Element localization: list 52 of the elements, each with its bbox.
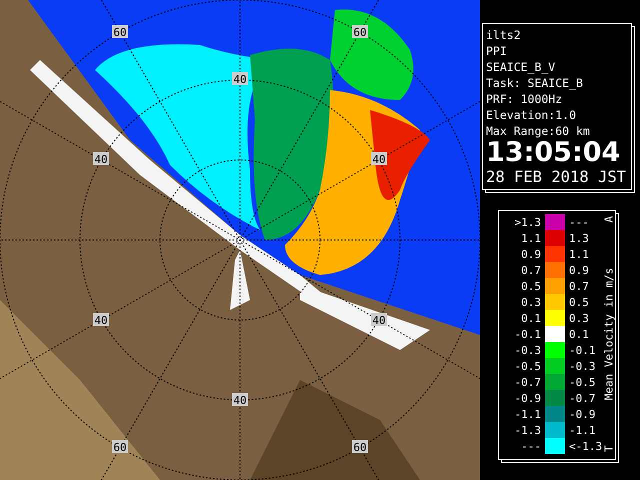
legend-value: -0.1 (514, 328, 541, 340)
range-ring-label: 60 (353, 441, 367, 454)
info-text: PRF: 1000Hz (486, 91, 564, 107)
axis-end-label: T (602, 444, 616, 452)
range-ring-label: 40 (94, 314, 108, 327)
legend-value: 1.1 (520, 232, 541, 244)
legend-value: -0.7 (514, 376, 541, 388)
legend-value: <-1.3 (569, 440, 603, 452)
legend-value: 0.7 (520, 264, 541, 276)
legend-value: -0.1 (569, 344, 596, 356)
legend-value: -0.7 (569, 392, 596, 404)
legend-value: 0.7 (569, 280, 590, 292)
range-ring-label: 40 (372, 314, 386, 327)
range-ring-label: 60 (113, 441, 127, 454)
legend-value: -0.9 (514, 392, 541, 404)
date-text: 28 FEB 2018 JST (486, 167, 627, 187)
legend-value: -0.5 (569, 376, 596, 388)
legend-value: -1.3 (514, 424, 541, 436)
range-ring-label: 40 (233, 73, 247, 86)
range-ring-label: 40 (233, 394, 247, 407)
legend-value: -1.1 (514, 408, 541, 420)
info-text: Task: SEAICE_B (486, 75, 584, 91)
legend-value: -0.9 (569, 408, 596, 420)
legend-value: --- (569, 216, 590, 228)
legend-value: -1.1 (569, 424, 596, 436)
axis-end-label: A (602, 216, 616, 222)
info-text: SEAICE_B_V (486, 59, 556, 75)
range-ring-label: 40 (372, 153, 386, 166)
range-ring-label: 60 (353, 26, 367, 39)
legend-value: 1.3 (569, 232, 590, 244)
info-text: ilts2 (486, 27, 522, 43)
range-ring-label: 40 (94, 153, 108, 166)
legend-value: 0.3 (520, 296, 541, 308)
legend-value: 0.9 (520, 248, 541, 260)
info-text: Max Range:60 km (486, 123, 591, 139)
legend-value: --- (520, 440, 541, 452)
info-text: Elevation:1.0 (486, 107, 578, 123)
legend-value: 0.1 (520, 312, 541, 324)
legend-value: 0.5 (569, 296, 590, 308)
legend-value: 0.9 (569, 264, 590, 276)
legend-title: Mean Velocity in m/s (602, 267, 616, 400)
legend-value: 0.3 (569, 312, 590, 324)
legend-value: -0.3 (569, 360, 596, 372)
info-text: PPI (486, 43, 508, 59)
time-text: 13:05:04 (486, 139, 622, 167)
legend-value: -0.3 (514, 344, 541, 356)
legend-value: 0.5 (520, 280, 541, 292)
legend-value: 0.1 (569, 328, 590, 340)
range-ring-label: 60 (113, 26, 127, 39)
legend-value: -0.5 (514, 360, 541, 372)
legend-value: >1.3 (514, 216, 541, 228)
legend-value: 1.1 (569, 248, 590, 260)
